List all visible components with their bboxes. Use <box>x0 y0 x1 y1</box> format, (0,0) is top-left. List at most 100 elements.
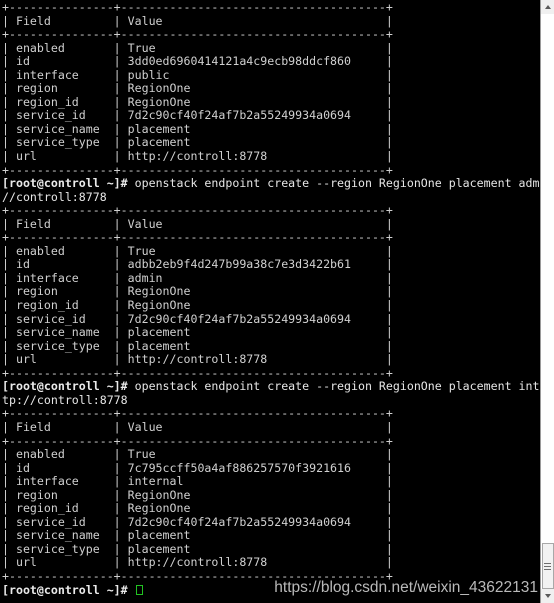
table-border: +---------------+-----------------------… <box>2 162 393 177</box>
table-cell-text: | url | http://controll:8778 | <box>2 555 393 570</box>
table-row: | url | http://controll:8778 | <box>2 556 540 570</box>
table-cell-text: | id | 7c795ccff50a4af886257570f3921616 … <box>2 460 393 475</box>
table-cell-text: | enabled | True | <box>2 40 393 55</box>
table-row: | enabled | True | <box>2 40 540 56</box>
scroll-up-button[interactable] <box>541 0 554 14</box>
table-row: | service_id | 7d2c90cf40f24af7b2a552499… <box>2 109 540 123</box>
table-row: | id | adbb2eb9f4d247b99a38c7e3d3422b61 … <box>2 258 540 272</box>
table-cell-text: | service_type | placement | <box>2 338 393 353</box>
table-row: | service_id | 7d2c90cf40f24af7b2a552499… <box>2 514 540 530</box>
table-cell-text: | service_name | placement | <box>2 528 393 543</box>
table-border: +---------------+-----------------------… <box>2 365 393 380</box>
table-cell-text: | interface | admin | <box>2 270 393 285</box>
table-cell-text: | service_name | placement | <box>2 121 393 136</box>
table-cell-text: | region | RegionOne | <box>2 81 393 96</box>
command-line: [root@controll ~]# openstack endpoint cr… <box>2 380 540 394</box>
table-border: +---------------+-----------------------… <box>2 0 393 14</box>
table-cell-text: | region_id | RegionOne | <box>2 298 393 313</box>
command-text: openstack endpoint create --region Regio… <box>134 379 540 394</box>
table-cell-text: | service_id | 7d2c90cf40f24af7b2a552499… <box>2 108 393 123</box>
scrollbar-grip-line <box>544 565 551 567</box>
table-cell-text: | service_name | placement | <box>2 325 393 340</box>
table-cell-text: | region | RegionOne | <box>2 284 393 299</box>
table-cell-text: | id | adbb2eb9f4d247b99a38c7e3d3422b61 … <box>2 257 393 272</box>
table-cell-text: | service_id | 7d2c90cf40f24af7b2a552499… <box>2 514 393 529</box>
scrollbar-thumb[interactable] <box>541 543 554 589</box>
table-border: +---------------+-----------------------… <box>2 406 393 421</box>
table-rule: +---------------+-----------------------… <box>2 407 540 421</box>
table-rule: +---------------+-----------------------… <box>2 203 540 218</box>
table-cell-text: | interface | internal | <box>2 474 393 489</box>
table-cell-text: | interface | public | <box>2 67 393 82</box>
table-rule: +---------------+-----------------------… <box>2 231 540 245</box>
csdn-watermark: https://blog.csdn.net/weixin_43622131 <box>274 579 538 596</box>
table-row: | region_id | RegionOne | <box>2 298 540 313</box>
table-cell-text: | Field | Value | <box>2 216 393 231</box>
command-text: tp://controll:8778 <box>2 392 128 407</box>
table-cell-text: | Field | Value | <box>2 419 393 434</box>
table-row: | region_id | RegionOne | <box>2 94 540 110</box>
shell-prompt: [root@controll ~]# <box>2 176 135 191</box>
table-row: | service_id | 7d2c90cf40f24af7b2a552499… <box>2 311 540 327</box>
chevron-up-icon <box>544 5 551 9</box>
shell-prompt: [root@controll ~]# <box>2 379 135 394</box>
table-row: | url | http://controll:8778 | <box>2 149 540 164</box>
table-row: | id | 7c795ccff50a4af886257570f3921616 … <box>2 460 540 476</box>
table-rule: +---------------+-----------------------… <box>2 365 540 381</box>
table-rule: +---------------+-----------------------… <box>2 162 540 178</box>
table-cell-text: | url | http://controll:8778 | <box>2 149 393 164</box>
table-row: | service_type | placement | <box>2 541 540 557</box>
command-text: openstack endpoint create --region Regio… <box>134 176 540 191</box>
table-cell-text: | url | http://controll:8778 | <box>2 352 393 367</box>
table-row: | id | 3dd0ed6960414121a4c9ecb98ddcf860 … <box>2 54 540 69</box>
table-row: | service_type | placement | <box>2 338 540 354</box>
table-row: | region_id | RegionOne | <box>2 501 540 516</box>
command-line-wrapped: tp://controll:8778 <box>2 392 540 408</box>
table-cell-text: | region_id | RegionOne | <box>2 94 393 109</box>
table-cell-text: | service_id | 7d2c90cf40f24af7b2a552499… <box>2 311 393 326</box>
table-border: +---------------+-----------------------… <box>2 203 393 218</box>
text-cursor[interactable] <box>135 584 143 595</box>
table-row: | service_name | placement | <box>2 121 540 137</box>
table-row: | service_name | placement | <box>2 325 540 340</box>
table-cell-text: | region_id | RegionOne | <box>2 501 393 516</box>
table-cell-text: | region | RegionOne | <box>2 487 393 502</box>
table-rule: +---------------+-----------------------… <box>2 0 540 15</box>
table-row: | service_name | placement | <box>2 529 540 543</box>
terminal-output-area[interactable]: +---------------+-----------------------… <box>0 0 540 603</box>
vertical-scrollbar[interactable] <box>540 0 554 603</box>
table-row: | url | http://controll:8778 | <box>2 352 540 367</box>
table-row: | region | RegionOne | <box>2 285 540 299</box>
scrollbar-grip-line <box>544 562 551 564</box>
table-border: +---------------+-----------------------… <box>2 433 393 448</box>
chevron-down-icon <box>544 594 551 598</box>
table-cell-text: | enabled | True | <box>2 243 393 258</box>
table-row: | interface | public | <box>2 67 540 83</box>
table-cell-text: | enabled | True | <box>2 447 393 462</box>
scrollbar-track[interactable] <box>541 14 554 589</box>
table-row: | interface | internal | <box>2 474 540 489</box>
table-rule: +---------------+-----------------------… <box>2 27 540 42</box>
table-border: +---------------+-----------------------… <box>2 27 393 42</box>
scrollbar-grip-line <box>544 568 551 570</box>
command-line: [root@controll ~]# openstack endpoint cr… <box>2 176 540 191</box>
table-row: | service_type | placement | <box>2 136 540 150</box>
table-row: | region | RegionOne | <box>2 82 540 96</box>
table-header-row: | Field | Value | <box>2 216 540 232</box>
table-cell-text: | service_type | placement | <box>2 541 393 556</box>
table-cell-text: | id | 3dd0ed6960414121a4c9ecb98ddcf860 … <box>2 54 393 69</box>
table-row: | interface | admin | <box>2 270 540 286</box>
scroll-down-button[interactable] <box>541 589 554 603</box>
table-border: +---------------+-----------------------… <box>2 230 393 245</box>
table-header-row: | Field | Value | <box>2 419 540 435</box>
command-line-wrapped: //controll:8778 <box>2 189 540 205</box>
table-cell-text: | Field | Value | <box>2 13 393 28</box>
table-header-row: | Field | Value | <box>2 13 540 29</box>
table-row: | enabled | True | <box>2 243 540 259</box>
table-row: | region | RegionOne | <box>2 487 540 503</box>
table-rule: +---------------+-----------------------… <box>2 433 540 449</box>
shell-prompt: [root@controll ~]# <box>2 582 135 597</box>
command-text: //controll:8778 <box>2 189 107 204</box>
table-row: | enabled | True | <box>2 447 540 462</box>
terminal-window[interactable]: +---------------+-----------------------… <box>0 0 554 603</box>
